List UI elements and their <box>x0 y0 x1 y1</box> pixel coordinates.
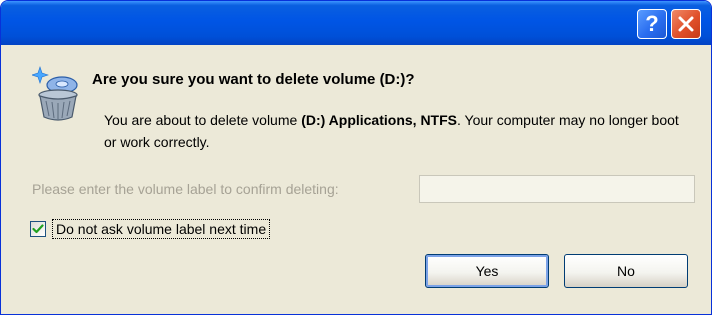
checkmark-icon <box>32 224 44 234</box>
message-volume: (D:) Applications, NTFS <box>301 112 457 128</box>
confirm-label: Please enter the volume label to confirm… <box>32 181 339 197</box>
help-button-label: ? <box>645 11 659 36</box>
yes-button[interactable]: Yes <box>425 254 549 288</box>
dialog-question: Are you sure you want to delete volume (… <box>92 71 415 88</box>
no-button[interactable]: No <box>564 254 688 288</box>
yes-button-label: Yes <box>475 263 499 279</box>
volume-label-input[interactable] <box>419 175 695 203</box>
dont-ask-checkbox-row[interactable]: Do not ask volume label next time <box>30 217 271 241</box>
no-button-label: No <box>617 263 635 279</box>
message-prefix: You are about to delete volume <box>104 112 302 128</box>
question-mark-icon[interactable]: ? <box>637 9 667 39</box>
dialog-message: You are about to delete volume (D:) Appl… <box>104 109 694 153</box>
title-bar[interactable]: ? <box>1 1 711 45</box>
dont-ask-checkbox-label[interactable]: Do not ask volume label next time <box>52 219 271 239</box>
recycle-bin-delete-icon <box>31 65 84 121</box>
dialog-body: Are you sure you want to delete volume (… <box>4 45 708 311</box>
delete-volume-dialog: ? Are you sure you want to delete volume… <box>0 0 712 315</box>
dont-ask-checkbox[interactable] <box>30 221 46 237</box>
close-x-icon[interactable] <box>671 9 701 39</box>
